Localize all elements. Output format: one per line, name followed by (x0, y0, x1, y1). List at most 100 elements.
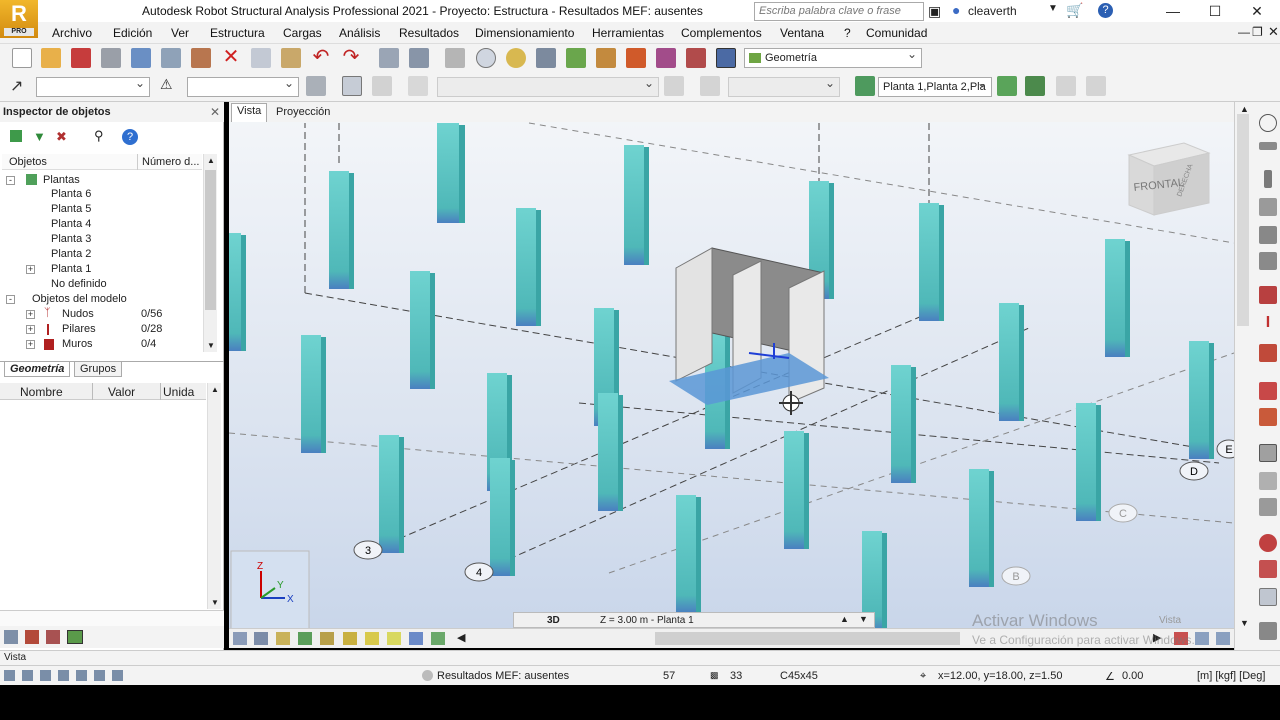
release-icon[interactable] (1259, 408, 1277, 426)
section-combo[interactable] (36, 77, 150, 97)
projection-icon[interactable] (254, 632, 268, 645)
axis-bubble[interactable]: 3 (353, 540, 383, 560)
delete-icon[interactable] (46, 630, 60, 644)
scroll-up-icon[interactable]: ▲ (211, 385, 219, 394)
open-folder-icon[interactable] (41, 48, 61, 68)
zoom-icon[interactable] (476, 48, 496, 68)
zoom-extents-icon[interactable] (506, 48, 526, 68)
col-nombre[interactable]: Nombre (20, 385, 63, 399)
column[interactable] (598, 393, 623, 511)
menu-resultados[interactable]: Resultados (399, 26, 459, 40)
selection-icon[interactable] (536, 48, 556, 68)
tree-node-pilares[interactable]: + Pilares 0/28 (26, 323, 202, 338)
tree-scrollbar[interactable]: ▲ ▼ (203, 154, 217, 352)
help-icon[interactable]: ? (1098, 3, 1113, 18)
section-tool-icon[interactable]: I (1259, 314, 1277, 332)
foundation-icon[interactable] (1259, 252, 1277, 270)
close-icon[interactable]: ✕ (210, 105, 220, 119)
col-unidad[interactable]: Unida (163, 385, 194, 399)
scroll-left-icon[interactable]: ◀ (457, 631, 465, 644)
menu-herramientas[interactable]: Herramientas (592, 26, 664, 40)
nodes-icon[interactable] (566, 48, 586, 68)
tree-node-nudos[interactable]: + ᛉ Nudos 0/56 (26, 307, 202, 323)
expand-icon[interactable]: + (26, 310, 35, 319)
supports-view-icon[interactable] (298, 632, 312, 645)
current-level[interactable]: Z = 3.00 m - Planta 1 (600, 615, 694, 626)
mesh-icon[interactable] (1259, 472, 1277, 490)
undo-icon[interactable]: ↶ (311, 47, 331, 68)
column[interactable] (490, 458, 515, 576)
loads-icon[interactable] (626, 48, 646, 68)
status-tool-icon[interactable] (22, 670, 33, 681)
menu-estructura[interactable]: Estructura (210, 26, 265, 40)
offset-icon[interactable] (1259, 534, 1277, 552)
numbering-icon[interactable] (409, 632, 423, 645)
column[interactable] (329, 171, 354, 289)
binoculars-icon[interactable]: ▣ (928, 3, 941, 20)
search-icon[interactable]: ⚲ (94, 128, 104, 144)
story-tool-icon[interactable] (1259, 560, 1277, 578)
col-objects[interactable]: Objetos (9, 156, 47, 168)
tree-story-6[interactable]: Planta 6 (51, 188, 91, 203)
stories-combo[interactable]: Planta 1,Planta 2,Pla (878, 77, 992, 97)
status-tool-icon[interactable] (76, 670, 87, 681)
bars-icon[interactable] (596, 48, 616, 68)
column[interactable] (516, 208, 541, 326)
units[interactable]: [m] [kgf] [Deg] (1197, 670, 1265, 682)
model-canvas[interactable]: 3 4 B C D E FRONTAL DERECHA Z Y X (229, 103, 1234, 628)
load-tool-icon[interactable] (1259, 344, 1277, 362)
vertical-scroll-track[interactable] (1237, 114, 1249, 326)
panels-icon[interactable] (365, 632, 379, 645)
axis-bubble[interactable]: B (1001, 566, 1031, 586)
tree-story-2[interactable]: Planta 2 (51, 248, 91, 263)
print-preview-icon[interactable] (131, 48, 151, 68)
redo-icon[interactable]: ↷ (341, 47, 361, 68)
col-valor[interactable]: Valor (108, 385, 135, 399)
copy-icon[interactable] (251, 48, 271, 68)
tree-node-muros[interactable]: + Muros 0/4 (26, 338, 202, 353)
layout-combo[interactable]: Geometría (744, 48, 922, 68)
close-button[interactable]: ✕ (1234, 0, 1280, 22)
status-tool-icon[interactable] (4, 670, 15, 681)
help-icon[interactable]: ? (122, 129, 138, 145)
view-cube[interactable]: FRONTAL DERECHA (1127, 142, 1211, 216)
col-number[interactable]: Número d... (142, 156, 199, 168)
tree-story-3[interactable]: Planta 3 (51, 233, 91, 248)
delete-icon[interactable]: ✕ (221, 47, 241, 68)
current-section[interactable]: C45x45 (780, 670, 818, 682)
collapse-icon[interactable]: - (6, 176, 15, 185)
tab-proyeccion[interactable]: Proyección (271, 105, 335, 119)
cladding-icon[interactable] (1259, 498, 1277, 516)
status-tool-icon[interactable] (94, 670, 105, 681)
lock-icon[interactable] (445, 48, 465, 68)
column[interactable] (229, 233, 246, 351)
chevron-down-icon[interactable]: ▼ (1048, 3, 1058, 14)
column[interactable] (1076, 403, 1101, 521)
expand-icon[interactable]: + (26, 265, 35, 274)
menu-dimensionamiento[interactable]: Dimensionamiento (475, 26, 574, 40)
view-icon[interactable] (233, 632, 247, 645)
3d-viewport[interactable]: 3 4 B C D E FRONTAL DERECHA Z Y X (229, 102, 1234, 628)
column[interactable] (969, 469, 994, 587)
material-tool-icon[interactable] (1259, 382, 1277, 400)
level-down-icon[interactable]: ▼ (859, 614, 868, 624)
edit-icon[interactable] (25, 630, 39, 644)
status-tool-icon[interactable] (58, 670, 69, 681)
table-icon[interactable] (67, 630, 83, 644)
tree-story-undefined[interactable]: No definido (51, 278, 107, 293)
view-mode[interactable]: 3D (547, 615, 560, 626)
tab-vista[interactable]: Vista (231, 103, 268, 122)
column[interactable] (379, 435, 404, 553)
menu-edicion[interactable]: Edición (113, 26, 152, 40)
cart-icon[interactable]: 🛒 (1066, 2, 1083, 19)
app-logo[interactable]: R PRO (0, 0, 38, 38)
grid-view-icon[interactable] (431, 632, 445, 645)
column[interactable] (784, 431, 809, 549)
structure-type-icon[interactable] (342, 76, 362, 96)
report-icon[interactable] (409, 48, 429, 68)
axis-bubble[interactable]: E (1216, 439, 1234, 459)
grid-tool-icon[interactable] (1259, 588, 1277, 606)
story-help-icon[interactable] (1025, 76, 1045, 96)
clear-filter-icon[interactable]: ✖ (56, 129, 67, 145)
scroll-down-icon[interactable]: ▼ (207, 341, 215, 350)
